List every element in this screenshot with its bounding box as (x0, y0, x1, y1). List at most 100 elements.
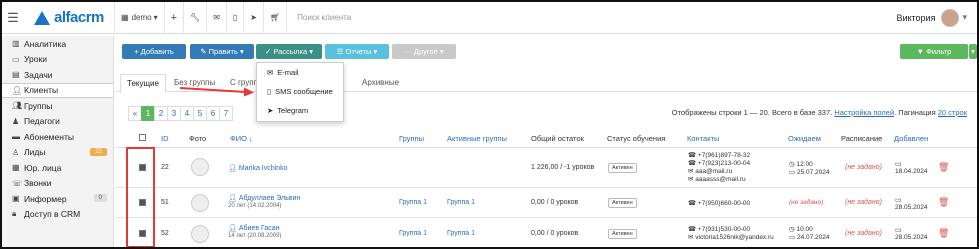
contact-value: +7(950)660-00-00 (697, 200, 751, 207)
annotation-highlight-box (126, 147, 155, 247)
client-photo (191, 158, 209, 176)
add-button[interactable]: + Добавить (122, 44, 186, 59)
filter-button[interactable]: ▼ Фильтр (900, 44, 968, 59)
active-group-link[interactable]: Группа 1 (447, 199, 475, 206)
lead-icon: ♙ (12, 147, 20, 157)
sidebar-item-label: Уроки (24, 54, 47, 65)
client-name-link[interactable]: 👤︎ Абдуллаев Эльвин (228, 194, 300, 202)
schedule-value: (не задано) (845, 230, 882, 237)
trash-icon[interactable]: 🗑︎ (938, 162, 949, 173)
expect-date: ▭ 25.07.2024 (789, 168, 830, 176)
page-button[interactable]: 7 (219, 106, 233, 121)
mobile-icon: ▯ (267, 87, 272, 96)
reports-button[interactable]: ☰ Отчеты ▾ (325, 44, 389, 59)
other-button[interactable]: ··· Другое ▾ (392, 44, 456, 59)
topbar: ☰ alfacrm ▦ demo ▾ + 🔧︎ ✉ ▯ ➤ 🛒︎ Поиск к… (2, 2, 977, 34)
cart-icon[interactable]: 🛒︎ (264, 2, 286, 34)
dropdown-item-email[interactable]: ✉ E-mail (257, 63, 343, 82)
telegram-icon[interactable]: ➤ (244, 2, 263, 34)
select-all-checkbox[interactable] (139, 134, 146, 141)
client-search-input[interactable]: Поиск клиента (287, 13, 896, 22)
client-name-link[interactable]: 👤︎ Marika Ivchinko (228, 164, 287, 172)
group-link[interactable]: Группа 1 (399, 199, 427, 206)
table-row[interactable]: 52 👤︎ Абиев Гасан 14 лет (20.08.2009) Гр… (116, 218, 977, 247)
branch-selector[interactable]: ▦ demo ▾ (115, 2, 164, 34)
user-menu[interactable]: Виктория ▾ (896, 8, 977, 27)
field-settings-link[interactable]: Настройка полей (834, 108, 894, 117)
balance-value: 0,00 / 0 уроков (531, 230, 579, 237)
added-date: 18.04.2024 (895, 168, 928, 175)
table-row[interactable]: 51 👤︎ Абдуллаев Эльвин 20 лет (14.02.200… (116, 188, 977, 218)
chevron-down-icon: ▾ (962, 12, 967, 22)
column-expected[interactable]: Ожидаем (788, 134, 821, 143)
building-icon: ▦ (121, 13, 129, 22)
sidebar-item-groups[interactable]: 👥︎ Группы (2, 98, 113, 114)
table-row[interactable]: 22 👤︎ Marika Ivchinko 1 226,00 / -1 урок… (116, 148, 977, 188)
pagination-size-link[interactable]: 20 строк (938, 108, 967, 117)
column-schedule[interactable]: Расписание (841, 134, 882, 143)
sidebar-item-lessons[interactable]: ▭ Уроки (2, 52, 113, 68)
page-button[interactable]: 5 (193, 106, 207, 121)
sidebar-item-legal[interactable]: ▦ Юр. лица (2, 160, 113, 176)
sidebar-item-leads[interactable]: ♙ Лиды 22 (2, 145, 113, 161)
mailing-button[interactable]: ✓ Рассылка ▾ (256, 44, 322, 59)
main-content: + Добавить ✎ Править ▾ ✓ Рассылка ▾ ☰ От… (116, 36, 977, 247)
mobile-icon[interactable]: ▯ (227, 2, 243, 34)
sidebar-item-label: Группы (24, 100, 53, 111)
informer-count-badge: 0 (93, 194, 107, 202)
row-id: 51 (161, 199, 169, 206)
sidebar-item-subscriptions[interactable]: ▬ Абонементы (2, 129, 113, 145)
page-prev-button[interactable]: « (128, 106, 142, 121)
tab-current[interactable]: Текущие (120, 74, 166, 93)
group-link[interactable]: Группа 1 (399, 230, 427, 237)
column-id[interactable]: ID (161, 134, 169, 143)
sidebar-item-tasks[interactable]: ▤ Задачи (2, 67, 113, 83)
wrench-icon[interactable]: 🔧︎ (184, 2, 206, 34)
active-group-link[interactable]: Группа 1 (447, 230, 475, 237)
telegram-icon: ➤ (267, 106, 274, 115)
dropdown-item-label: SMS сообщение (275, 87, 333, 96)
contact-phone: ☎ +7(931)530-00-00 (688, 225, 750, 233)
column-balance[interactable]: Общий остаток (531, 134, 584, 143)
dropdown-item-telegram[interactable]: ➤ Telegram (257, 101, 343, 120)
sidebar-item-label: Педагоги (24, 116, 60, 127)
sidebar-item-teachers[interactable]: ♟ Педагоги (2, 114, 113, 130)
dropdown-item-sms[interactable]: ▯ SMS сообщение (257, 82, 343, 101)
sidebar-item-label: Лиды (24, 147, 46, 158)
contact-value: aaa@mail.ru (695, 168, 733, 175)
envelope-icon[interactable]: ✉ (207, 2, 226, 34)
column-status[interactable]: Статус обучения (607, 134, 665, 143)
column-name[interactable]: ФИО ↓ (230, 134, 253, 143)
column-added[interactable]: Добавлен (894, 134, 928, 143)
column-groups[interactable]: Группы (399, 134, 424, 143)
column-active-groups[interactable]: Активные группы (447, 134, 507, 143)
client-name-link[interactable]: 👤︎ Абиев Гасан (228, 224, 280, 232)
page-button[interactable]: 4 (180, 106, 194, 121)
sidebar-item-crm-access[interactable]: 🔒︎ Доступ в CRM (2, 207, 113, 223)
trash-icon[interactable]: 🗑︎ (938, 228, 949, 239)
sidebar: ▥ Аналитика ▭ Уроки ▤ Задачи 👤︎ Клиенты 👥︎ Гр… (2, 36, 114, 247)
filter-caret-button[interactable]: ▾ (969, 44, 977, 59)
contact-phone: ☎ +7(923)213-00-04 (688, 159, 750, 167)
sidebar-item-label: Задачи (24, 69, 53, 80)
page-button[interactable]: 6 (206, 106, 220, 121)
page-button[interactable]: 3 (167, 106, 181, 121)
calendar-icon: ▭ (895, 197, 902, 204)
tab-archived[interactable]: Архивные (362, 78, 399, 87)
sidebar-item-clients[interactable]: 👤︎ Клиенты (2, 82, 113, 98)
page-button[interactable]: 1 (141, 106, 155, 121)
page-button[interactable]: 2 (154, 106, 168, 121)
column-contacts[interactable]: Контакты (687, 134, 719, 143)
sidebar-item-informer[interactable]: ▣ Информер 0 (2, 191, 113, 207)
expect-time: ◷ 12:00 (789, 160, 813, 168)
sidebar-item-label: Клиенты (24, 85, 59, 96)
user-name: Виктория (896, 12, 936, 23)
plus-icon[interactable]: + (165, 2, 183, 34)
hamburger-icon[interactable]: ☰ (2, 10, 24, 26)
sidebar-item-analytics[interactable]: ▥ Аналитика (2, 36, 113, 52)
trash-icon[interactable]: 🗑︎ (938, 197, 949, 208)
edit-button[interactable]: ✎ Править ▾ (190, 44, 254, 59)
logo[interactable]: alfacrm (34, 9, 114, 26)
users-icon: 👥︎ (12, 101, 23, 111)
sidebar-item-calls[interactable]: ☏ Звонки (2, 176, 113, 192)
